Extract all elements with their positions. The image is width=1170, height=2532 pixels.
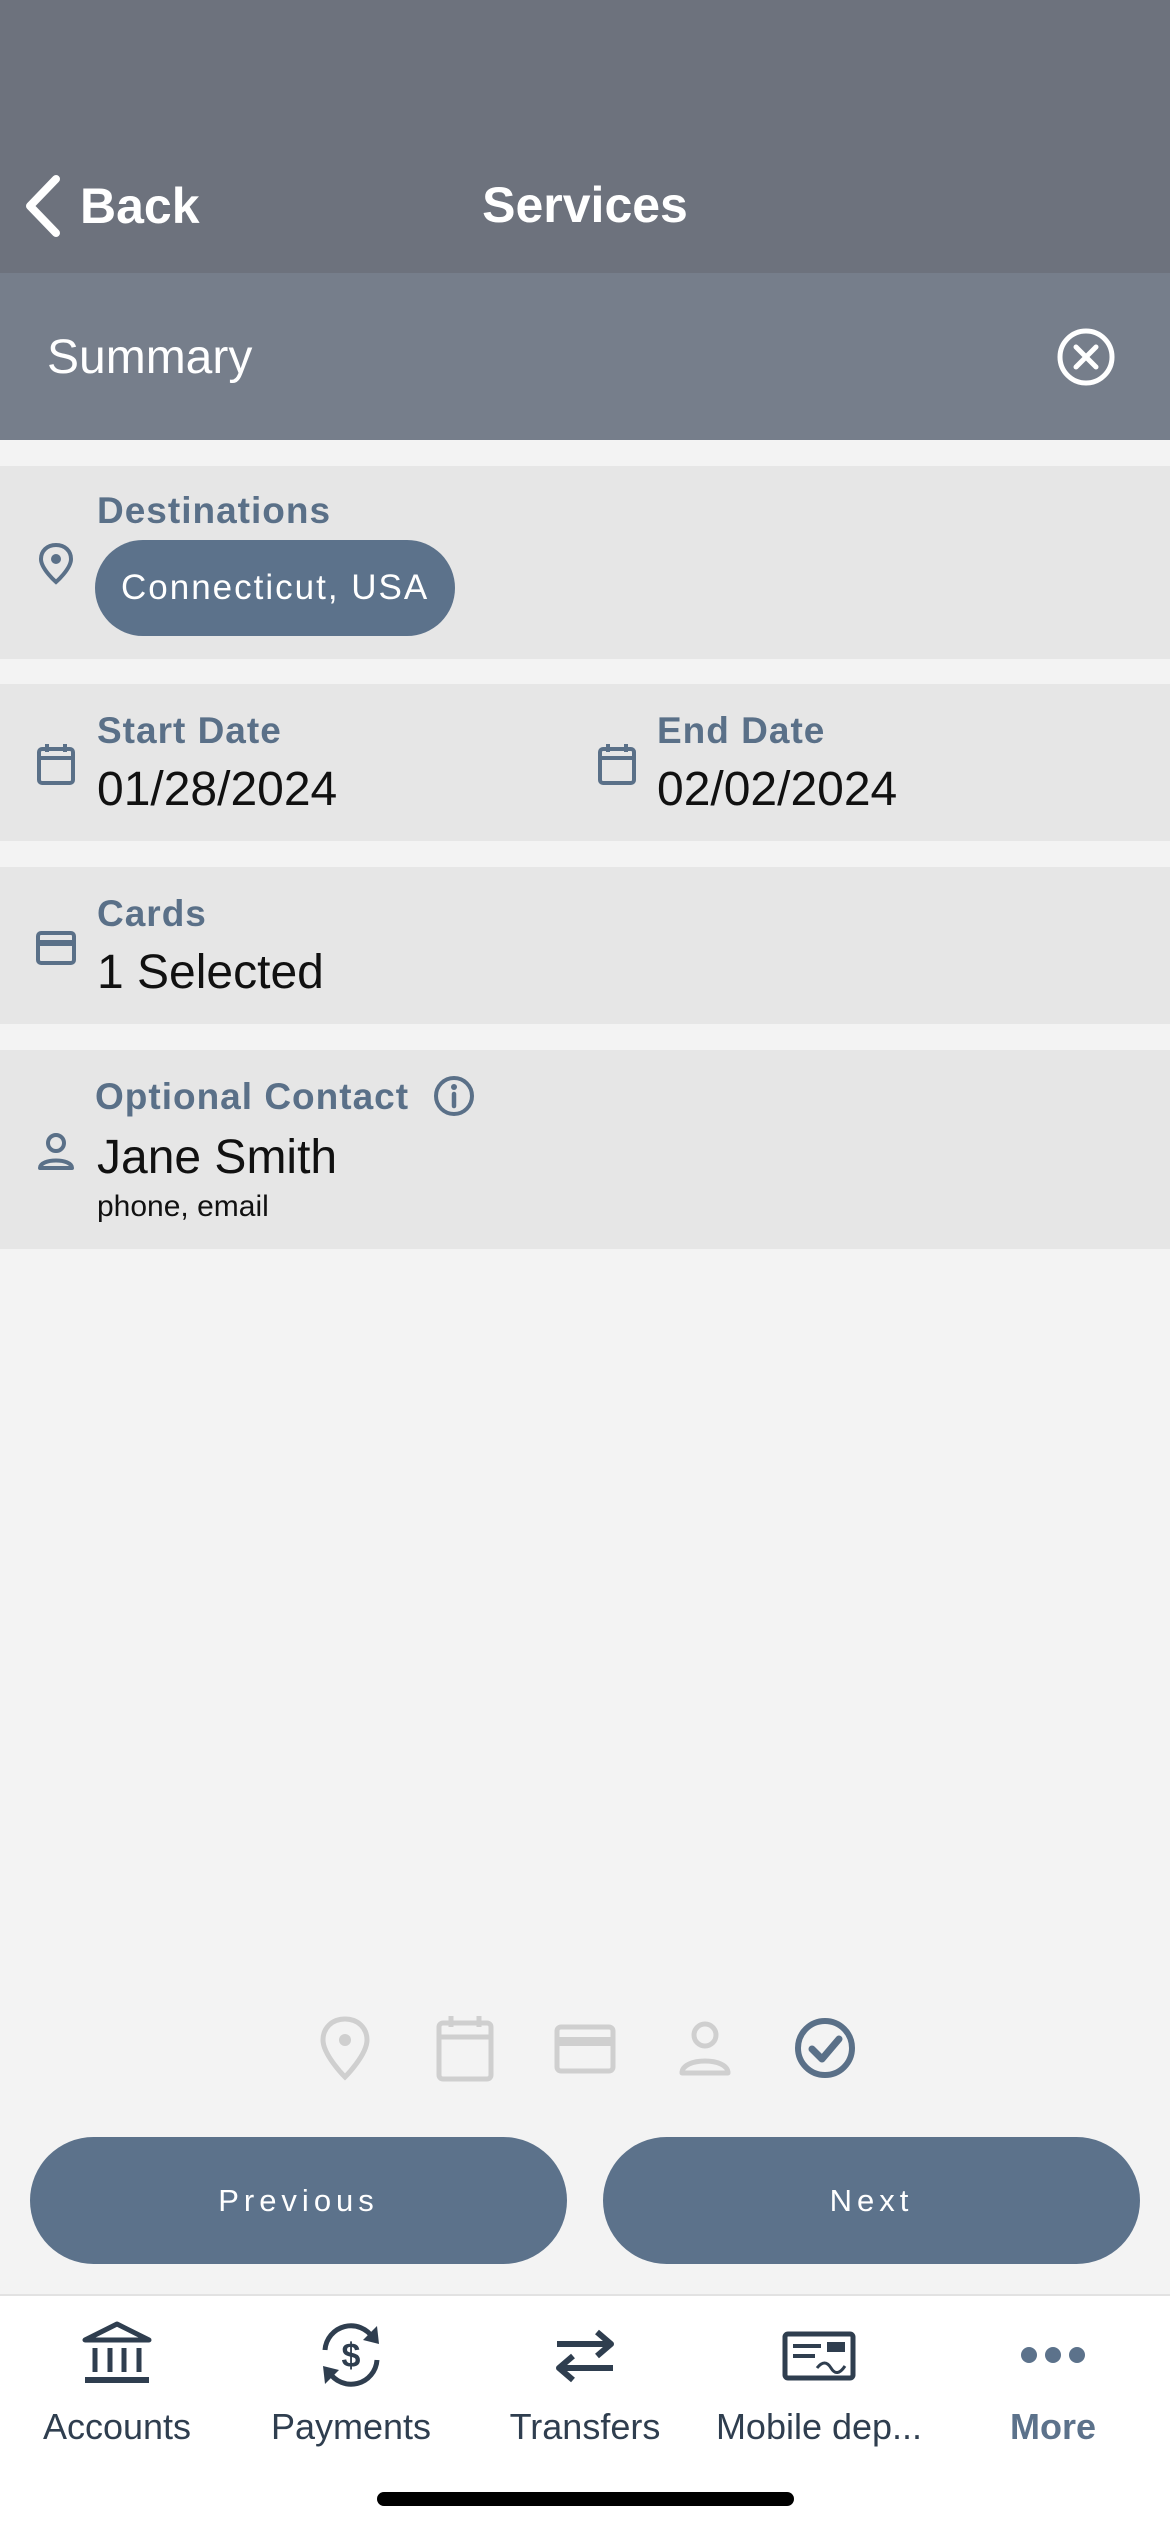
page-title: Services: [482, 177, 688, 233]
info-icon[interactable]: [432, 1074, 476, 1118]
start-date-value[interactable]: 01/28/2024: [97, 762, 337, 817]
tab-mobile-deposit[interactable]: Mobile dep...: [702, 2320, 936, 2480]
more-dots-icon: [1021, 2347, 1085, 2363]
step-indicator: [0, 2013, 1170, 2083]
calendar-icon: [37, 744, 75, 785]
tab-label-more: More: [1009, 2406, 1096, 2447]
next-button[interactable]: Next: [603, 2137, 1140, 2264]
check-deposit-icon: [782, 2331, 856, 2381]
check-circle-icon: [795, 2018, 855, 2078]
tab-transfers[interactable]: Transfers: [468, 2320, 702, 2480]
cards-label: Cards: [97, 893, 207, 934]
tab-label-mobile-deposit: Mobile dep...: [715, 2406, 923, 2447]
bank-icon: [82, 2321, 152, 2383]
cards-value: 1 Selected: [97, 946, 324, 999]
start-date-label: Start Date: [97, 710, 282, 751]
destinations-label: Destinations: [97, 490, 332, 531]
calendar-icon: [598, 744, 636, 785]
svg-text:$: $: [342, 2337, 361, 2375]
tab-label-transfers: Transfers: [509, 2406, 661, 2447]
contact-details: phone, email: [97, 1190, 269, 1223]
end-date-value[interactable]: 02/02/2024: [657, 762, 897, 817]
tab-accounts[interactable]: Accounts: [0, 2320, 234, 2480]
tab-payments[interactable]: $ Payments: [234, 2320, 468, 2480]
location-pin-icon: [320, 2016, 370, 2081]
destination-chip[interactable]: Connecticut, USA: [95, 540, 456, 636]
home-indicator[interactable]: [377, 2492, 794, 2506]
location-pin-icon: [38, 542, 74, 585]
calendar-icon: [436, 2016, 494, 2082]
tab-more[interactable]: More: [936, 2320, 1170, 2480]
credit-card-icon: [554, 2024, 616, 2074]
optional-contact-label: Optional Contact: [95, 1076, 410, 1117]
previous-button[interactable]: Previous: [30, 2137, 567, 2264]
tab-label-payments: Payments: [270, 2406, 432, 2447]
tab-label-accounts: Accounts: [42, 2406, 192, 2447]
person-icon: [38, 1133, 74, 1170]
swap-arrows-icon: [556, 2329, 614, 2383]
end-date-label: End Date: [657, 710, 826, 751]
person-icon: [679, 2021, 731, 2076]
contact-name: Jane Smith: [97, 1131, 338, 1184]
credit-card-icon: [36, 931, 76, 965]
summary-title: Summary: [47, 331, 253, 384]
close-icon[interactable]: [1056, 327, 1116, 387]
dollar-refresh-icon: $: [322, 2323, 380, 2387]
